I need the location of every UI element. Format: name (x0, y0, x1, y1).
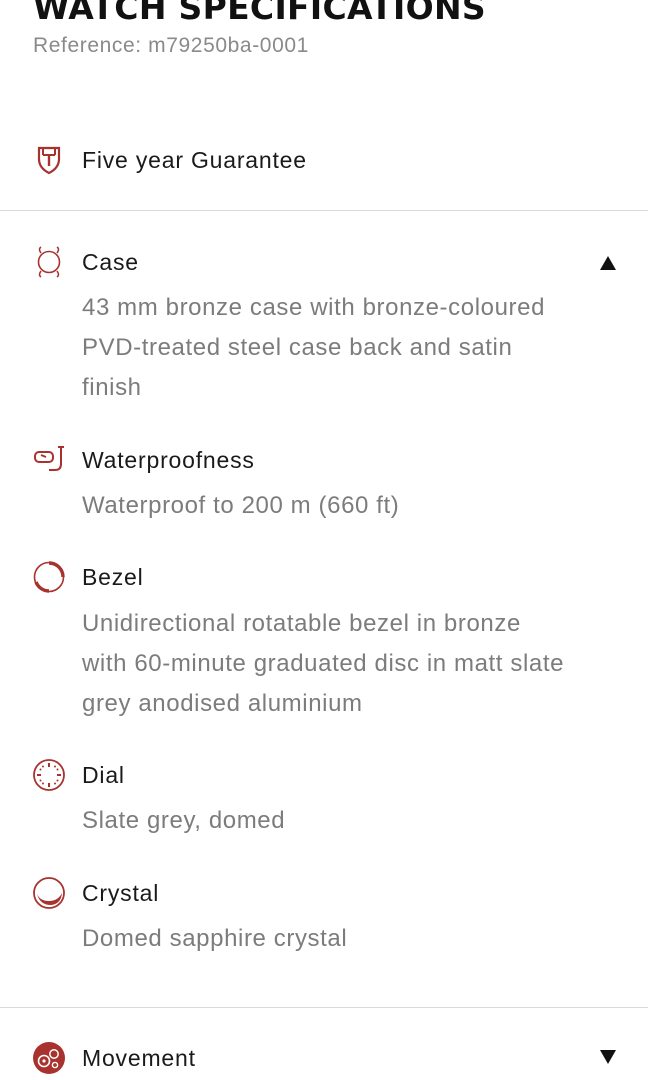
case-accordion-header[interactable]: Case (82, 248, 139, 276)
page-title: WATCH SPECIFICATIONS (33, 0, 486, 27)
watch-case-icon (37, 246, 61, 278)
shield-icon (37, 146, 61, 175)
chevron-down-icon[interactable] (596, 1048, 620, 1068)
chevron-up-icon[interactable] (596, 252, 620, 272)
divider (0, 210, 648, 211)
dial-title: Dial (82, 762, 125, 788)
movement-icon (33, 1042, 65, 1074)
bezel-description: Unidirectional rotatable bezel in bronze… (82, 610, 565, 717)
crystal-icon (33, 877, 65, 909)
case-description: 43 mm bronze case with bronze-coloured P… (82, 294, 546, 401)
waterproofness-title: Waterproofness (82, 447, 255, 473)
crystal-description: Domed sapphire crystal (82, 925, 348, 952)
movement-accordion-header[interactable]: Movement (82, 1044, 196, 1072)
waterproofness-description: Waterproof to 200 m (660 ft) (82, 492, 400, 519)
snorkel-icon (34, 446, 64, 471)
bezel-icon (33, 561, 65, 593)
crystal-title: Crystal (82, 880, 160, 906)
bezel-title: Bezel (82, 564, 144, 590)
dial-icon (33, 759, 65, 791)
guarantee-label[interactable]: Five year Guarantee (82, 146, 307, 174)
divider (0, 1007, 648, 1008)
dial-description: Slate grey, domed (82, 807, 286, 834)
reference-number: Reference: m79250ba-0001 (33, 34, 309, 57)
